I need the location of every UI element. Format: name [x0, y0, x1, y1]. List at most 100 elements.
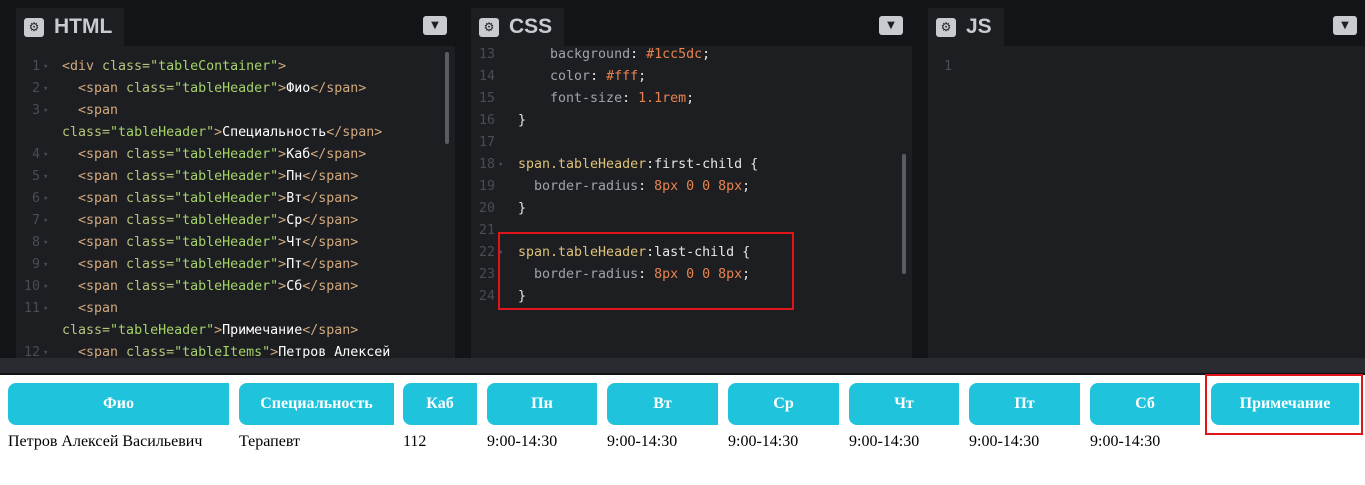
gear-icon[interactable]: ⚙	[936, 17, 956, 37]
code-text: background: #1cc5dc;	[518, 44, 710, 66]
code-token: </span>	[310, 81, 367, 96]
code-token: "tableHeader"	[110, 125, 215, 140]
css-code[interactable]: 13 background: #1cc5dc; 14 color: #fff; 15…	[471, 46, 912, 358]
line-number: 19	[478, 179, 495, 194]
code-line[interactable]: 13 background: #1cc5dc;	[471, 44, 912, 66]
code-token: >	[278, 191, 287, 206]
fold-arrow-icon[interactable]: ▾	[498, 242, 503, 264]
html-editor-pane[interactable]: ⚙ HTML ▼ 1 ▾ <div class="tableContainer"> 2…	[16, 8, 455, 358]
js-code[interactable]: 1	[928, 46, 1365, 358]
code-line[interactable]: 19 border-radius: 8px 0 0 8px;	[471, 176, 912, 198]
code-token: "tableHeader"	[174, 235, 279, 250]
table-header-mon: Пн	[487, 383, 597, 425]
code-line[interactable]: 7 ▾ <span class="tableHeader">Ср</span>	[16, 210, 455, 232]
code-token: class=	[126, 81, 175, 96]
code-line[interactable]: 18 ▾ span.tableHeader:first-child {	[471, 154, 912, 176]
code-text: border-radius: 8px 0 0 8px;	[518, 176, 750, 198]
css-scrollbar[interactable]	[902, 154, 906, 274]
fold-arrow-icon[interactable]: ▾	[43, 78, 48, 100]
line-number: 4	[31, 147, 40, 162]
code-line[interactable]: 22 ▾ span.tableHeader:last-child {	[471, 242, 912, 264]
gear-icon[interactable]: ⚙	[24, 17, 44, 37]
code-token: >	[278, 147, 287, 162]
code-line[interactable]: 10 ▾ <span class="tableHeader">Сб</span>	[16, 276, 455, 298]
code-line[interactable]: 21	[471, 220, 912, 242]
code-line[interactable]: 12 ▾ <span class="tableItems">Петров Алек…	[16, 342, 455, 358]
code-line[interactable]: 1 ▾ <div class="tableContainer">	[16, 56, 455, 78]
code-token: font-size	[518, 91, 623, 106]
fold-arrow-icon[interactable]: ▾	[43, 210, 48, 232]
code-line[interactable]: 2 ▾ <span class="tableHeader">Фио</span>	[16, 78, 455, 100]
code-line[interactable]: 11 ▾ <span	[16, 298, 455, 320]
code-token: "tableHeader"	[174, 191, 279, 206]
table-cell-fio: Петров Алексей Васильевич	[8, 433, 203, 450]
fold-arrow-icon[interactable]: ▾	[43, 298, 48, 320]
code-line[interactable]: 15 font-size: 1.1rem;	[471, 88, 912, 110]
fold-arrow-icon[interactable]: ▾	[498, 154, 503, 176]
chevron-down-icon[interactable]: ▼	[879, 16, 903, 35]
code-token: span.tableHeader	[518, 157, 647, 172]
code-line[interactable]: class="tableHeader">Примечание</span>	[16, 320, 455, 342]
css-editor-pane[interactable]: ⚙ CSS ▼ 13 background: #1cc5dc; 14 color:…	[471, 8, 912, 358]
fold-arrow-icon[interactable]: ▾	[43, 188, 48, 210]
code-token: >	[214, 125, 223, 140]
fold-arrow-icon[interactable]: ▾	[43, 342, 48, 358]
code-token: class=	[62, 323, 111, 338]
js-editor-pane[interactable]: ⚙ JS ▼ 1	[928, 8, 1365, 358]
html-code[interactable]: 1 ▾ <div class="tableContainer"> 2 ▾ <span c…	[16, 46, 455, 358]
code-token: >	[278, 257, 287, 272]
code-line[interactable]: 20}	[471, 198, 912, 220]
code-token: :	[638, 179, 655, 194]
code-token: </span>	[302, 235, 359, 250]
code-text: <span class="tableHeader">Пт</span>	[62, 254, 358, 276]
html-pane-tab: ⚙ HTML	[16, 8, 125, 46]
code-line[interactable]: 23 border-radius: 8px 0 0 8px;	[471, 264, 912, 286]
code-line[interactable]: 9 ▾ <span class="tableHeader">Пт</span>	[16, 254, 455, 276]
fold-arrow-icon[interactable]: ▾	[43, 144, 48, 166]
fold-arrow-icon[interactable]: ▾	[43, 276, 48, 298]
table-header-sat: Сб	[1090, 383, 1200, 425]
code-token: Фио	[286, 81, 311, 96]
code-token: class=	[126, 345, 175, 358]
code-line[interactable]: 14 color: #fff;	[471, 66, 912, 88]
table-cell-mon: 9:00-14:30	[487, 433, 558, 450]
line-number: 2	[31, 81, 40, 96]
fold-arrow-icon[interactable]: ▾	[43, 56, 48, 78]
code-token: >	[278, 235, 287, 250]
code-token: </span>	[302, 169, 359, 184]
chevron-down-icon[interactable]: ▼	[1333, 16, 1357, 35]
fold-arrow-icon[interactable]: ▾	[43, 100, 48, 122]
html-scrollbar[interactable]	[445, 52, 449, 144]
code-line[interactable]: class="tableHeader">Специальность</span>	[16, 122, 455, 144]
line-number: 6	[31, 191, 40, 206]
code-token: class=	[126, 257, 175, 272]
code-line[interactable]: 5 ▾ <span class="tableHeader">Пн</span>	[16, 166, 455, 188]
css-pane-tab: ⚙ CSS	[471, 8, 565, 46]
line-number: 22	[478, 245, 495, 260]
code-line[interactable]: 24}	[471, 286, 912, 308]
code-text: <span class="tableHeader">Чт</span>	[62, 232, 358, 254]
code-text: <span	[62, 298, 118, 320]
code-line[interactable]: 17	[471, 132, 912, 154]
code-token: }	[518, 113, 527, 128]
code-line[interactable]: 6 ▾ <span class="tableHeader">Вт</span>	[16, 188, 455, 210]
code-token: #1cc5dc	[646, 47, 703, 62]
code-line[interactable]: 3 ▾ <span	[16, 100, 455, 122]
code-line[interactable]: 8 ▾ <span class="tableHeader">Чт</span>	[16, 232, 455, 254]
line-number: 24	[478, 289, 495, 304]
line-number: 15	[478, 91, 495, 106]
code-line[interactable]: 1	[928, 56, 1365, 78]
fold-arrow-icon[interactable]: ▾	[43, 232, 48, 254]
gear-icon[interactable]: ⚙	[479, 17, 499, 37]
fold-arrow-icon[interactable]: ▾	[43, 254, 48, 276]
code-token: "tableHeader"	[174, 213, 279, 228]
code-token: </span>	[326, 125, 383, 140]
fold-arrow-icon[interactable]: ▾	[43, 166, 48, 188]
line-number: 23	[478, 267, 495, 282]
code-line[interactable]: 4 ▾ <span class="tableHeader">Каб</span>	[16, 144, 455, 166]
code-line[interactable]: 16}	[471, 110, 912, 132]
table-header-tue: Вт	[607, 383, 718, 425]
code-token: Вт	[286, 191, 303, 206]
resize-handle[interactable]	[0, 358, 1365, 374]
chevron-down-icon[interactable]: ▼	[423, 16, 447, 35]
